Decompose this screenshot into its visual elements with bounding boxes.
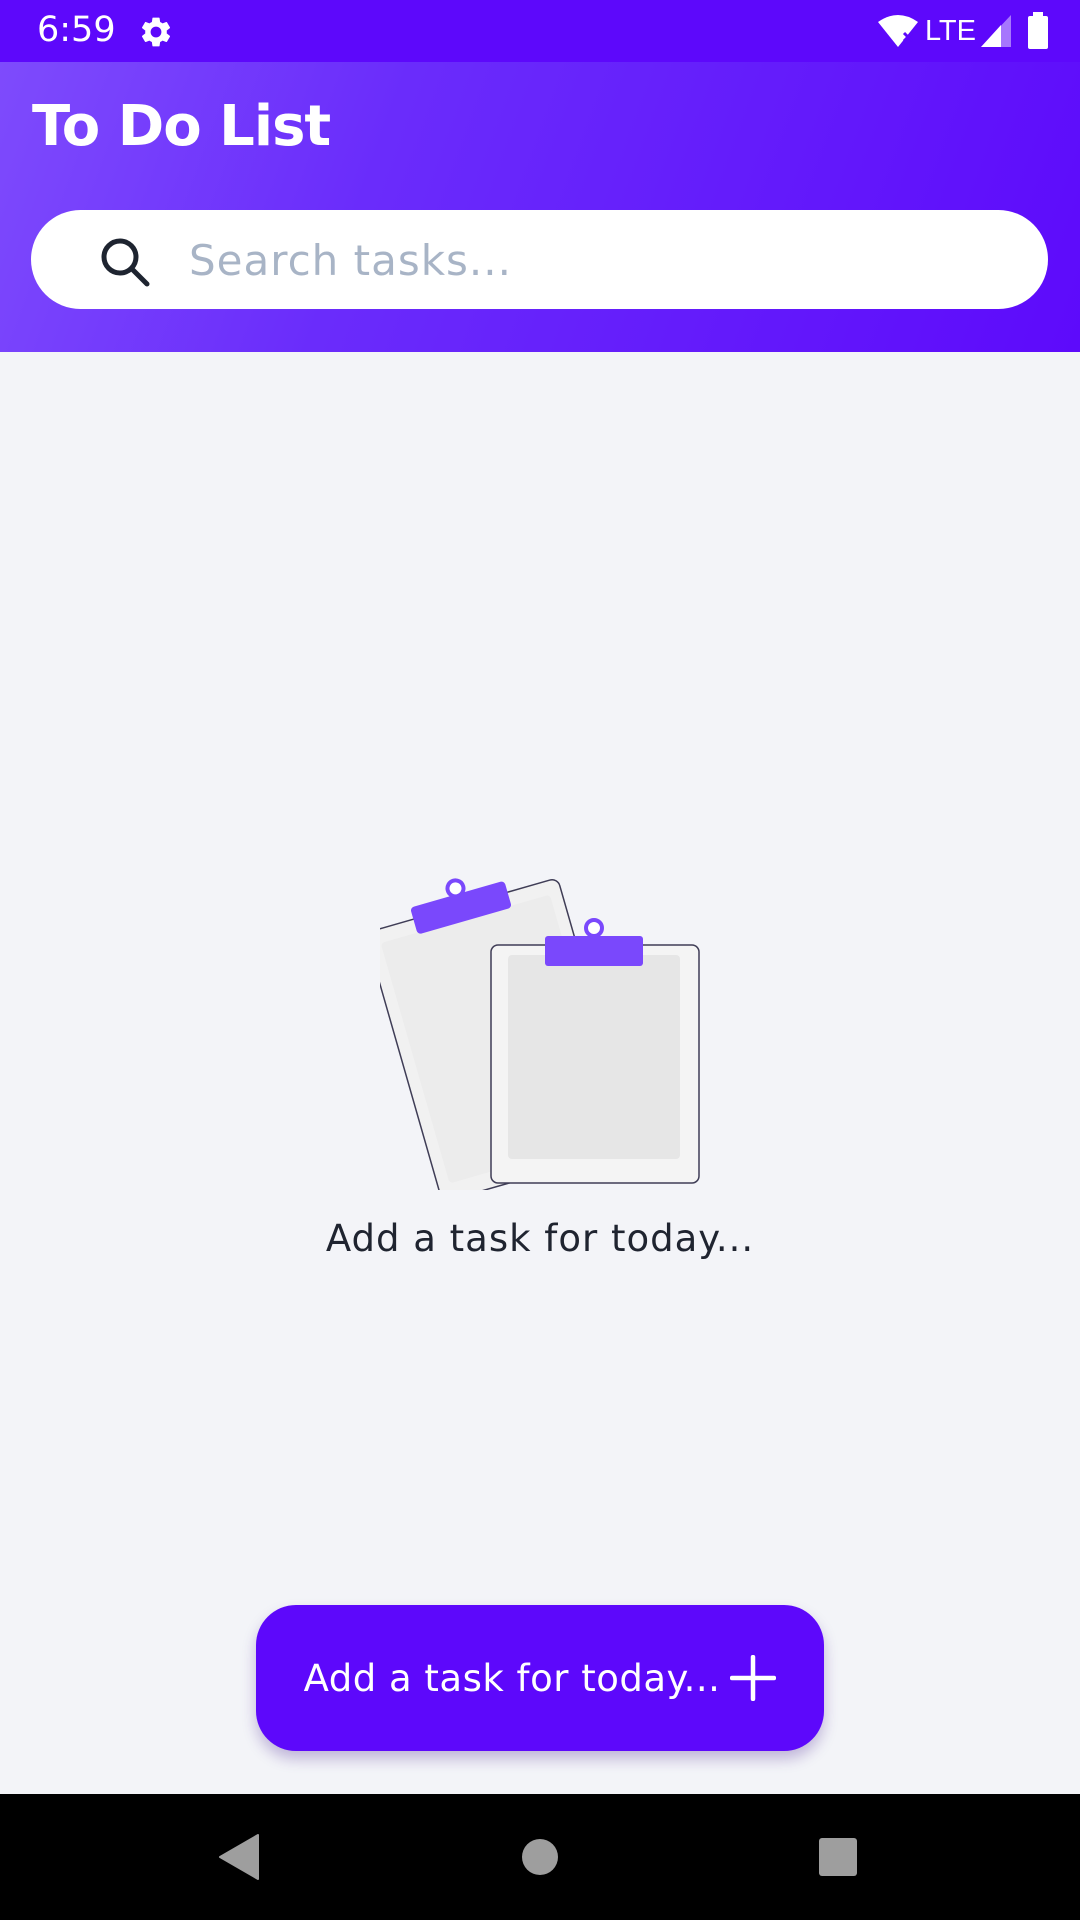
search-input[interactable] [187, 224, 1011, 296]
recents-button[interactable] [808, 1827, 868, 1887]
home-button[interactable] [510, 1827, 570, 1887]
page-title: To Do List [32, 94, 331, 159]
signal-icon [981, 15, 1011, 47]
plus-icon [730, 1655, 777, 1701]
add-task-button-label: Add a task for today... [303, 1656, 721, 1700]
empty-state-message: Add a task for today... [325, 1217, 755, 1260]
recents-icon [819, 1838, 857, 1876]
wifi-icon [877, 15, 918, 47]
back-icon [219, 1834, 259, 1880]
status-indicators: LTE [877, 12, 1050, 50]
clipboards-illustration [380, 878, 700, 1190]
gear-icon [141, 17, 171, 47]
front-clipboard [490, 918, 700, 1184]
app-header: To Do List [0, 62, 1080, 352]
status-time: 6:59 [37, 10, 116, 50]
search-bar[interactable] [31, 210, 1048, 309]
search-icon [101, 238, 150, 287]
add-task-button[interactable]: Add a task for today... [256, 1605, 824, 1751]
system-nav-bar [0, 1794, 1080, 1920]
todo-screen: 6:59 LTE To Do List Search tasks... Add … [0, 0, 1080, 1920]
network-type: LTE [924, 14, 976, 47]
home-icon [522, 1839, 558, 1875]
status-bar: 6:59 LTE [0, 0, 1080, 62]
back-button[interactable] [210, 1827, 270, 1887]
battery-icon [1028, 12, 1048, 49]
